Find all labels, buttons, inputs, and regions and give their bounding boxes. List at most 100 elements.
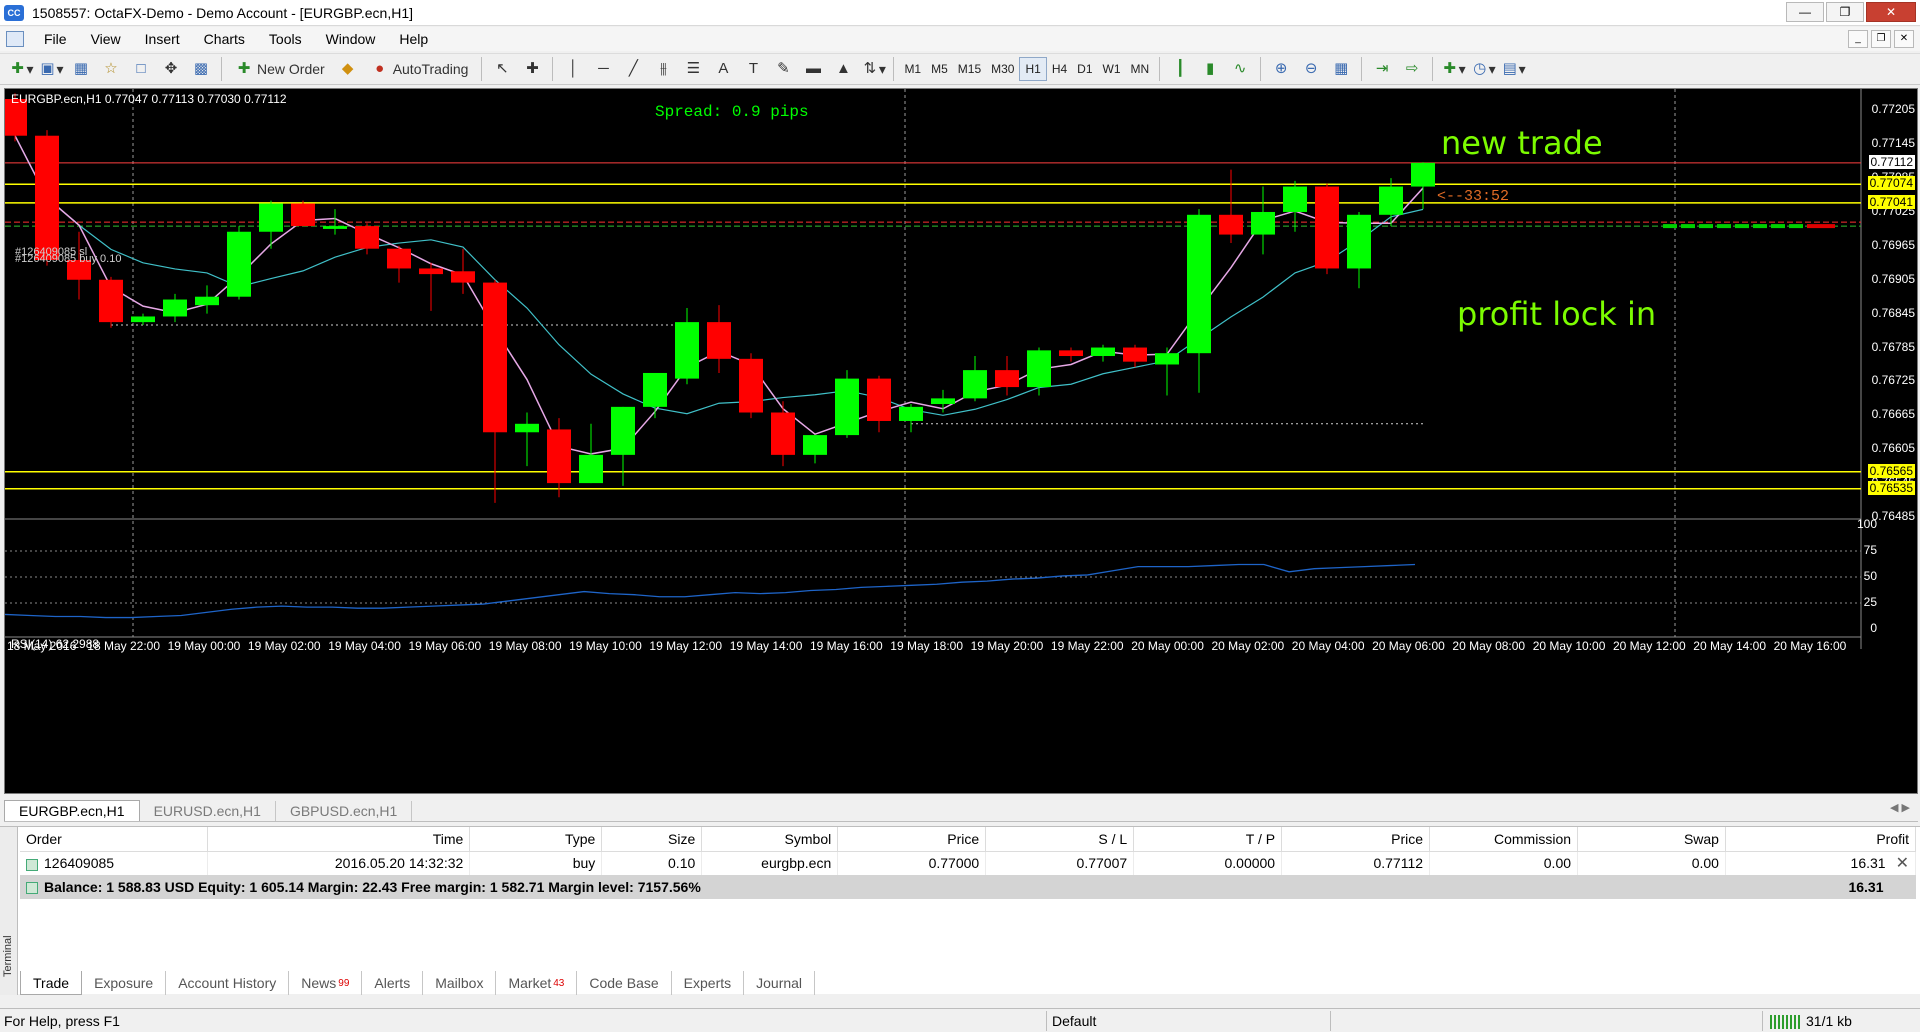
col-swap[interactable]: Swap <box>1577 827 1726 852</box>
price-chart[interactable] <box>5 89 1917 793</box>
data-window-button[interactable]: ☆ <box>98 56 124 82</box>
sl-cell: 0.77007 <box>985 851 1135 875</box>
table-row[interactable]: 126409085 2016.05.20 14:32:32 buy 0.10 e… <box>20 851 1917 875</box>
timeframe-h1[interactable]: H1 <box>1019 57 1047 81</box>
profiles-button[interactable]: ▣ ▾ <box>38 56 64 82</box>
col-sl[interactable]: S / L <box>985 827 1135 852</box>
horizontal-line-tool[interactable]: ─ <box>590 56 616 82</box>
timeframe-m1[interactable]: M1 <box>899 57 926 81</box>
new-chart-button[interactable]: ✚ ▾ <box>8 56 34 82</box>
chart-tab-eurusd[interactable]: EURUSD.ecn,H1 <box>140 801 276 821</box>
col-tp[interactable]: T / P <box>1133 827 1283 852</box>
col-price[interactable]: Price <box>837 827 987 852</box>
autoscroll-button[interactable]: ⇨ <box>1399 56 1425 82</box>
cursor-tool[interactable]: ↖ <box>489 56 515 82</box>
bar-chart-button[interactable]: ┃ <box>1167 56 1193 82</box>
trendline-tool[interactable]: ╱ <box>620 56 646 82</box>
timeframe-w1[interactable]: W1 <box>1098 57 1126 81</box>
col-symbol[interactable]: Symbol <box>701 827 839 852</box>
symbol-cell: eurgbp.ecn <box>701 851 839 875</box>
timeframe-m5[interactable]: M5 <box>926 57 953 81</box>
terminal-tab-code-base[interactable]: Code Base <box>577 971 672 995</box>
timeframe-d1[interactable]: D1 <box>1072 57 1097 81</box>
col-profit[interactable]: Profit <box>1725 827 1917 852</box>
indicators-button[interactable]: ✚ ▾ <box>1440 56 1466 82</box>
tile-windows-button[interactable]: ▦ <box>1328 56 1354 82</box>
profit-lock-annotation[interactable]: profit lock in <box>1457 295 1656 333</box>
chart-tab-gbpusd[interactable]: GBPUSD.ecn,H1 <box>276 801 413 821</box>
tab-label: Mailbox <box>435 975 484 991</box>
child-restore-button[interactable]: ❐ <box>1871 30 1891 48</box>
terminal-tab-journal[interactable]: Journal <box>744 971 816 995</box>
vertical-line-tool[interactable]: │ <box>560 56 586 82</box>
timeframe-m15[interactable]: M15 <box>953 57 986 81</box>
minimize-button[interactable]: — <box>1786 2 1824 22</box>
menu-file[interactable]: File <box>32 31 79 47</box>
fibonacci-tool[interactable]: ☰ <box>680 56 706 82</box>
candlestick-button[interactable]: ▮ <box>1197 56 1223 82</box>
line-chart-button[interactable]: ∿ <box>1227 56 1253 82</box>
terminal-tab-alerts[interactable]: Alerts <box>362 971 424 995</box>
rectangle-tool[interactable]: ▬ <box>800 56 826 82</box>
toolbar: ✚ ▾ ▣ ▾ ▦ ☆ □ ✥ ▩ ✚ New Order ◆ ● AutoTradin… <box>0 53 1920 85</box>
terminal-button[interactable]: ✥ <box>158 56 184 82</box>
strategy-tester-button[interactable]: ▩ <box>188 56 214 82</box>
col-commission[interactable]: Commission <box>1429 827 1579 852</box>
triangle-tool[interactable]: ▲ <box>830 56 856 82</box>
navigator-icon: □ <box>136 60 146 77</box>
bearish-candle <box>739 358 763 413</box>
text-label-tool[interactable]: T <box>740 56 766 82</box>
terminal-tab-market[interactable]: Market 43 <box>496 971 578 995</box>
menu-view[interactable]: View <box>79 31 133 47</box>
chart-tab-eurgbp[interactable]: EURGBP.ecn,H1 <box>4 800 140 821</box>
menu-help[interactable]: Help <box>387 31 440 47</box>
market-watch-button[interactable]: ▦ <box>68 56 94 82</box>
pencil-tool[interactable]: ✎ <box>770 56 796 82</box>
menu-insert[interactable]: Insert <box>133 31 192 47</box>
autotrading-button[interactable]: ● AutoTrading <box>365 56 475 82</box>
zoom-out-button[interactable]: ⊖ <box>1298 56 1324 82</box>
terminal-tab-trade[interactable]: Trade <box>20 971 83 995</box>
timeframe-mn[interactable]: MN <box>1126 57 1155 81</box>
document-icon[interactable] <box>6 31 24 47</box>
col-type[interactable]: Type <box>469 827 603 852</box>
templates-button[interactable]: ▤ ▾ <box>1500 56 1526 82</box>
bearish-candle <box>771 412 795 455</box>
crosshair-tool[interactable]: ✚ <box>519 56 545 82</box>
new-trade-annotation[interactable]: new trade <box>1441 124 1603 162</box>
arrows-tool[interactable]: ⇅ ▾ <box>860 56 886 82</box>
child-minimize-button[interactable]: _ <box>1848 30 1868 48</box>
new-order-button[interactable]: ✚ New Order <box>229 56 331 82</box>
timeframe-h4[interactable]: H4 <box>1047 57 1072 81</box>
terminal-tab-news[interactable]: News 99 <box>289 971 363 995</box>
connection-status[interactable]: 31/1 kb <box>1770 1013 1852 1030</box>
restore-button[interactable]: ❐ <box>1826 2 1864 22</box>
terminal-tab-mailbox[interactable]: Mailbox <box>423 971 497 995</box>
col-size[interactable]: Size <box>601 827 703 852</box>
col-time[interactable]: Time <box>207 827 471 852</box>
terminal-tab-experts[interactable]: Experts <box>672 971 745 995</box>
menu-tools[interactable]: Tools <box>257 31 314 47</box>
col-current-price[interactable]: Price <box>1281 827 1431 852</box>
col-order[interactable]: Order <box>20 827 209 852</box>
metaeditor-button[interactable]: ◆ <box>335 56 361 82</box>
periods-button[interactable]: ◷ ▾ <box>1470 56 1496 82</box>
menu-window[interactable]: Window <box>314 31 388 47</box>
text-tool[interactable]: A <box>710 56 736 82</box>
terminal-tab-account-history[interactable]: Account History <box>166 971 290 995</box>
close-order-icon[interactable]: ✕ <box>1896 853 1909 873</box>
chart-shift-button[interactable]: ⇥ <box>1369 56 1395 82</box>
profile-name[interactable]: Default <box>1052 1013 1096 1029</box>
chart-window[interactable]: EURGBP.ecn,H1 0.77047 0.77113 0.77030 0.… <box>4 88 1918 794</box>
terminal-tab-exposure[interactable]: Exposure <box>82 971 167 995</box>
close-button[interactable]: ✕ <box>1866 2 1916 22</box>
timeframe-m30[interactable]: M30 <box>986 57 1019 81</box>
navigator-button[interactable]: □ <box>128 56 154 82</box>
tab-scroll-arrows[interactable]: ◀ ▶ <box>1890 801 1910 814</box>
channel-tool[interactable]: ⫵ <box>650 56 676 82</box>
child-close-button[interactable]: ✕ <box>1894 30 1914 48</box>
zoom-in-button[interactable]: ⊕ <box>1268 56 1294 82</box>
menu-charts[interactable]: Charts <box>192 31 257 47</box>
market-badge: 43 <box>553 977 565 989</box>
autotrading-icon: ● <box>375 60 385 77</box>
